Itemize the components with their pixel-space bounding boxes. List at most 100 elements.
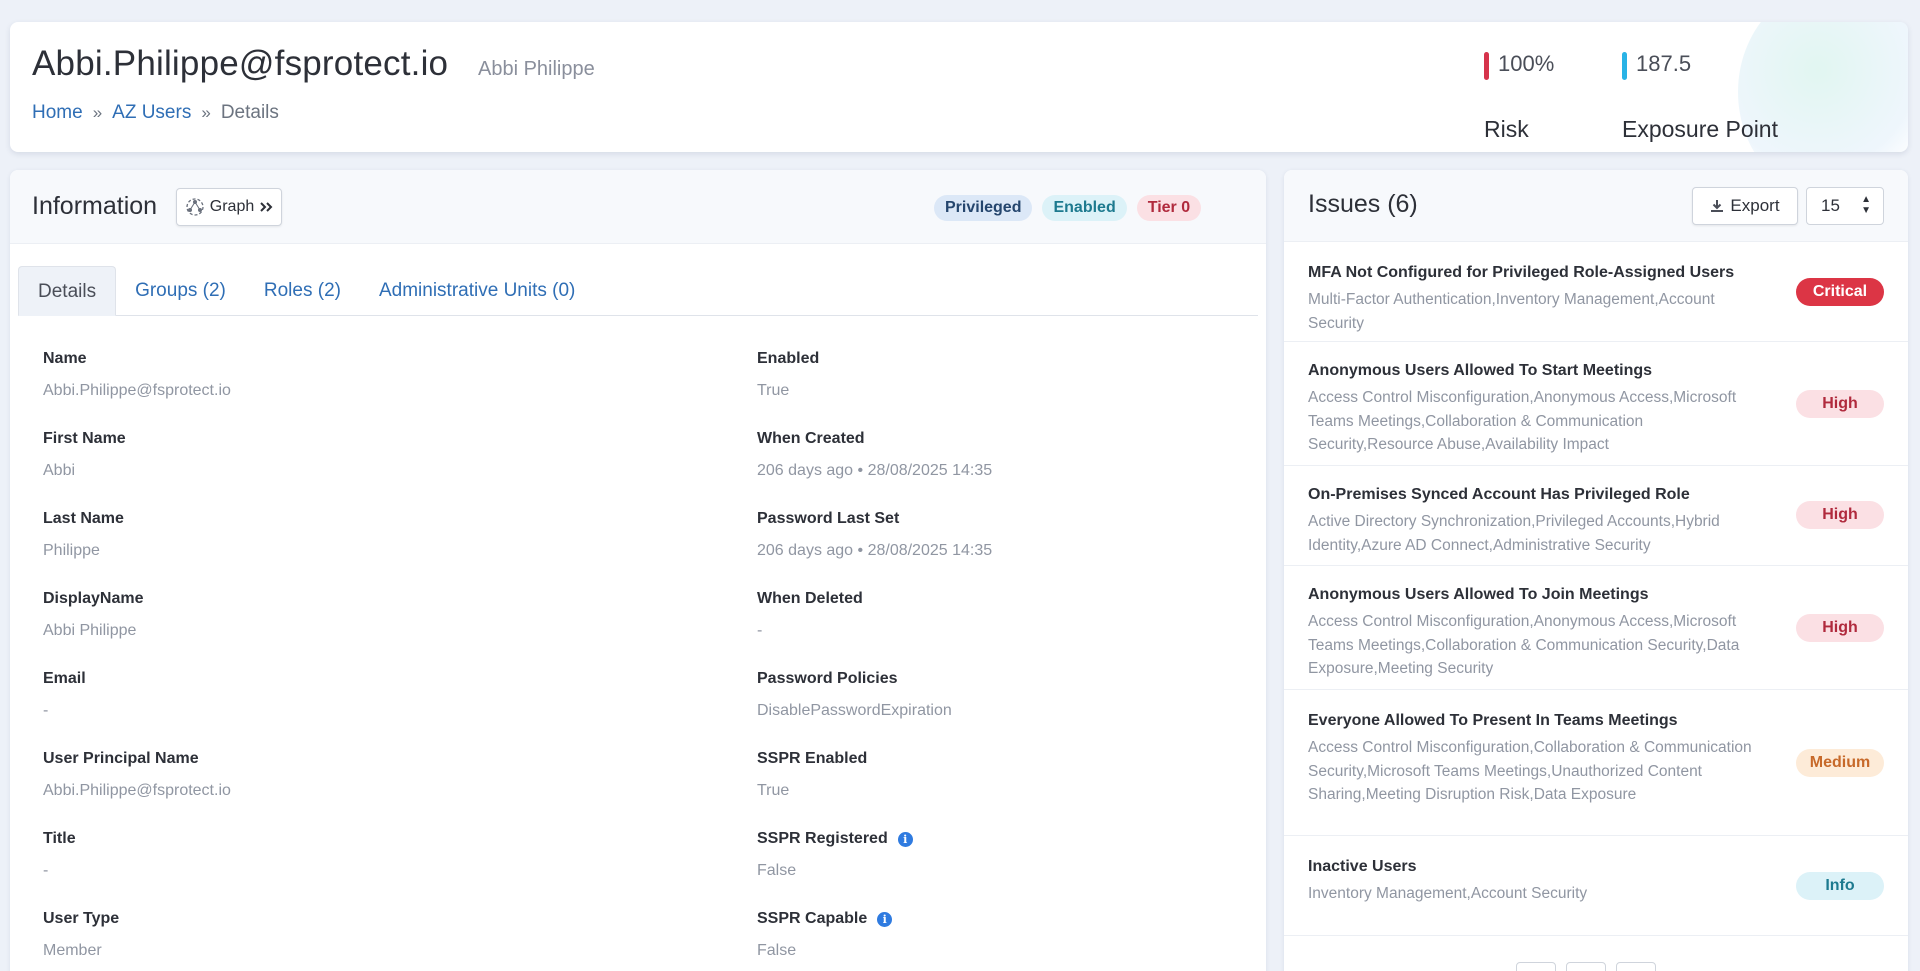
field-label: Name xyxy=(43,350,87,367)
field-when-deleted: When Deleted - xyxy=(757,590,863,640)
field-sspr-enabled: SSPR Enabled True xyxy=(757,750,867,800)
issue-title: MFA Not Configured for Privileged Role-A… xyxy=(1308,264,1735,281)
tab-roles[interactable]: Roles (2) xyxy=(245,266,360,316)
field-label: SSPR Capable xyxy=(757,910,868,927)
field-label: Title xyxy=(43,830,76,847)
severity-badge: High xyxy=(1796,614,1884,642)
issue-row[interactable]: Anonymous Users Allowed To Join Meetings… xyxy=(1284,566,1908,690)
issue-title: Inactive Users xyxy=(1308,858,1417,875)
risk-indicator-bar xyxy=(1484,52,1489,80)
pagination-page-button[interactable] xyxy=(1566,962,1606,971)
field-label: First Name xyxy=(43,430,126,447)
breadcrumb-az-users[interactable]: AZ Users xyxy=(112,102,191,124)
page-subtitle: Abbi Philippe xyxy=(478,58,595,80)
issues-header: Issues (6) Export 15 ▲ ▼ xyxy=(1284,170,1908,242)
field-email: Email - xyxy=(43,670,86,720)
field-label: When Deleted xyxy=(757,590,863,607)
graph-icon xyxy=(186,198,204,216)
double-chevron-right-icon xyxy=(260,202,273,212)
export-button[interactable]: Export xyxy=(1692,187,1798,225)
tier-badge: Tier 0 xyxy=(1136,195,1202,221)
issue-title: Anonymous Users Allowed To Join Meetings xyxy=(1308,586,1649,603)
field-value: Abbi.Philippe@fsprotect.io xyxy=(43,782,231,799)
tab-details[interactable]: Details xyxy=(18,266,117,316)
field-label: SSPR Registered xyxy=(757,830,888,847)
issue-row[interactable]: MFA Not Configured for Privileged Role-A… xyxy=(1284,242,1908,342)
page-size-value: 15 xyxy=(1821,196,1840,215)
graph-button[interactable]: Graph xyxy=(176,188,282,226)
breadcrumb-home[interactable]: Home xyxy=(32,102,83,124)
page-title: Abbi.Philippe@fsprotect.io xyxy=(32,44,449,83)
pagination xyxy=(1516,962,1656,971)
field-value: - xyxy=(43,862,49,879)
breadcrumb: Home » AZ Users » Details xyxy=(32,102,279,124)
field-label: User Principal Name xyxy=(43,750,199,767)
information-header: Information Graph Privileged Enabled Tie… xyxy=(10,170,1266,244)
field-label: SSPR Enabled xyxy=(757,750,868,767)
issue-categories: Active Directory Synchronization,Privile… xyxy=(1308,513,1720,554)
pagination-prev-button[interactable] xyxy=(1516,962,1556,971)
privileged-badge: Privileged xyxy=(934,195,1033,221)
field-value: DisablePasswordExpiration xyxy=(757,702,952,719)
issue-row[interactable]: Inactive Users Inventory Management,Acco… xyxy=(1284,836,1908,936)
field-sspr-capable: SSPR Capable i False xyxy=(757,910,893,960)
field-sspr-registered: SSPR Registered i False xyxy=(757,830,913,880)
issue-categories: Access Control Misconfiguration,Anonymou… xyxy=(1308,613,1740,677)
page-header: Abbi.Philippe@fsprotect.io Abbi Philippe… xyxy=(10,22,1908,152)
field-when-created: When Created 206 days ago • 28/08/2025 1… xyxy=(757,430,992,480)
info-icon[interactable]: i xyxy=(897,831,913,847)
risk-value: 100% xyxy=(1498,51,1555,76)
field-display-name: DisplayName Abbi Philippe xyxy=(43,590,144,640)
issues-title: Issues (6) xyxy=(1308,190,1418,218)
field-user-type: User Type Member xyxy=(43,910,119,960)
severity-badge: Info xyxy=(1796,872,1884,900)
issue-row[interactable]: On-Premises Synced Account Has Privilege… xyxy=(1284,466,1908,566)
issue-categories: Access Control Misconfiguration,Anonymou… xyxy=(1308,389,1737,453)
page-size-select[interactable]: 15 ▲ ▼ xyxy=(1806,187,1884,225)
severity-badge: High xyxy=(1796,501,1884,529)
issue-categories: Access Control Misconfiguration,Collabor… xyxy=(1308,739,1752,803)
field-label-row: SSPR Capable i xyxy=(757,910,893,928)
field-value: Philippe xyxy=(43,542,100,559)
tab-administrative-units[interactable]: Administrative Units (0) xyxy=(360,266,594,316)
graph-button-label: Graph xyxy=(209,198,255,215)
field-label: Password Last Set xyxy=(757,510,900,527)
field-label: Last Name xyxy=(43,510,124,527)
issue-categories: Inventory Management,Account Security xyxy=(1308,885,1588,902)
info-tabs: Details Groups (2) Roles (2) Administrat… xyxy=(18,266,1258,316)
exposure-indicator-bar xyxy=(1622,52,1627,80)
field-label: Password Policies xyxy=(757,670,898,687)
breadcrumb-current: Details xyxy=(220,102,279,123)
field-first-name: First Name Abbi xyxy=(43,430,126,480)
risk-label: Risk xyxy=(1484,116,1529,142)
issue-row[interactable]: Anonymous Users Allowed To Start Meeting… xyxy=(1284,342,1908,466)
field-user-principal-name: User Principal Name Abbi.Philippe@fsprot… xyxy=(43,750,231,800)
enabled-badge: Enabled xyxy=(1042,195,1127,221)
field-last-name: Last Name Philippe xyxy=(43,510,124,560)
field-value: False xyxy=(757,862,797,879)
pagination-next-button[interactable] xyxy=(1616,962,1656,971)
field-value: 206 days ago • 28/08/2025 14:35 xyxy=(757,542,993,559)
issue-title: On-Premises Synced Account Has Privilege… xyxy=(1308,486,1690,503)
field-value: Abbi.Philippe@fsprotect.io xyxy=(43,382,231,399)
severity-badge: High xyxy=(1796,390,1884,418)
issue-title: Everyone Allowed To Present In Teams Mee… xyxy=(1308,712,1678,729)
field-password-last-set: Password Last Set 206 days ago • 28/08/2… xyxy=(757,510,992,560)
field-value: False xyxy=(757,942,797,959)
field-name: Name Abbi.Philippe@fsprotect.io xyxy=(43,350,231,400)
field-label: Email xyxy=(43,670,86,687)
exposure-label: Exposure Point xyxy=(1622,116,1778,142)
tab-groups[interactable]: Groups (2) xyxy=(116,266,245,316)
field-value: True xyxy=(757,782,790,799)
download-icon xyxy=(1711,200,1724,212)
severity-badge: Medium xyxy=(1796,749,1884,777)
field-title: Title - xyxy=(43,830,76,880)
issue-row[interactable]: Everyone Allowed To Present In Teams Mee… xyxy=(1284,690,1908,836)
export-button-label: Export xyxy=(1730,196,1780,215)
breadcrumb-separator: » xyxy=(92,103,103,122)
select-arrows-icon: ▲ ▼ xyxy=(1861,194,1871,216)
info-icon[interactable]: i xyxy=(877,911,893,927)
status-badges: Privileged Enabled Tier 0 xyxy=(934,195,1202,221)
field-label-row: SSPR Registered i xyxy=(757,830,913,848)
field-label: DisplayName xyxy=(43,590,144,607)
